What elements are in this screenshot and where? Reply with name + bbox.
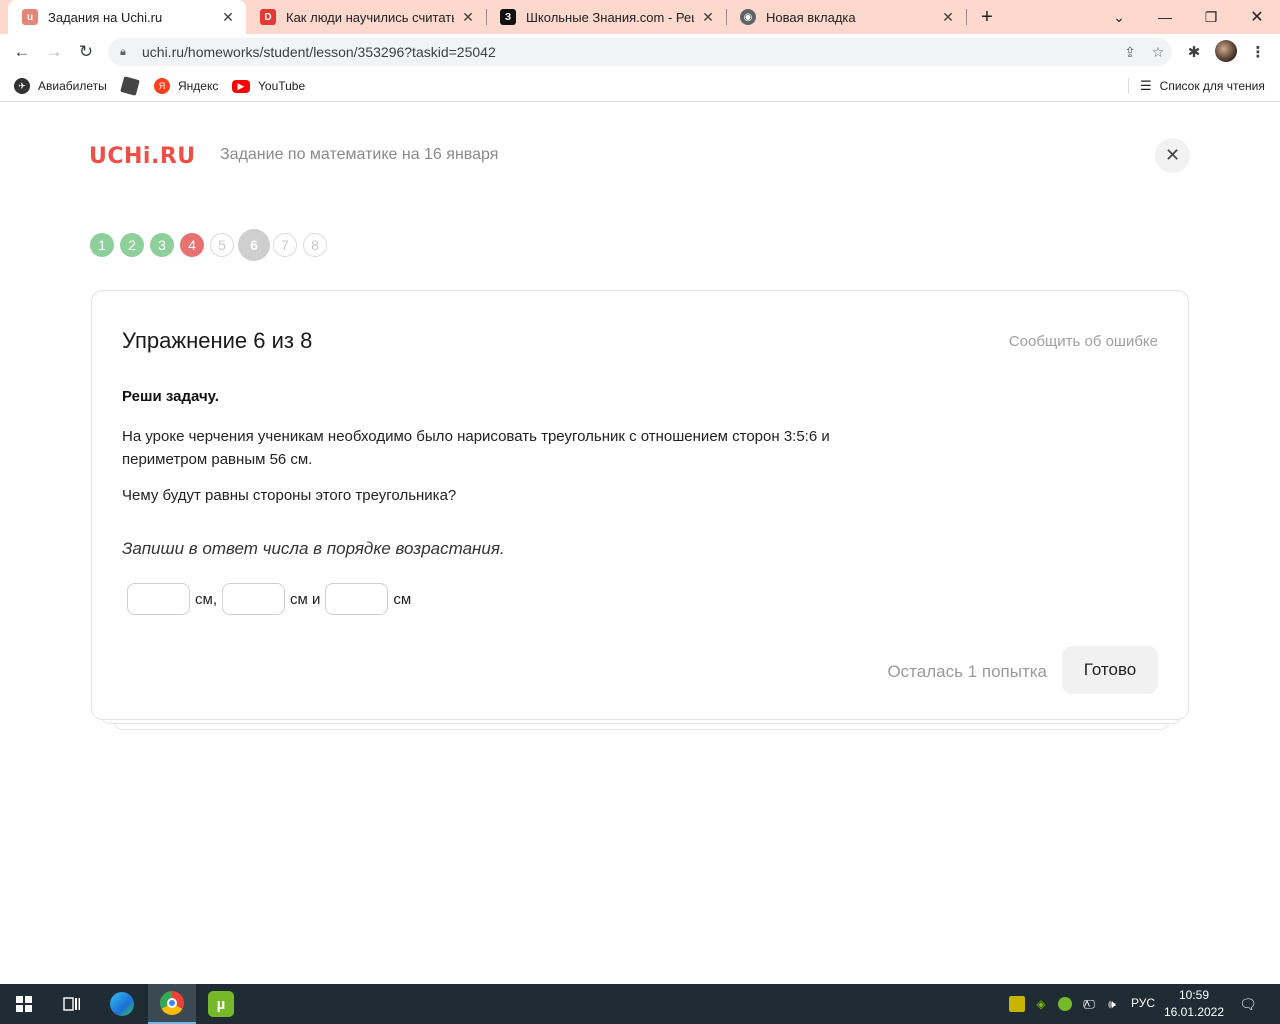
answer-instruction: Запиши в ответ числа в порядке возрастан…	[122, 539, 505, 558]
tab-znania[interactable]: З Школьные Знания.com - Решае ✕	[486, 0, 726, 34]
step-7[interactable]: 7	[273, 233, 297, 257]
tab-title: Новая вкладка	[766, 9, 856, 25]
yandex-icon: Я	[154, 78, 170, 94]
share-icon[interactable]: ⇪	[1116, 44, 1144, 61]
bookmark-label: Авиабилеты	[38, 79, 107, 93]
step-1[interactable]: 1	[90, 233, 114, 257]
page-title: Задание по математике на 16 января	[220, 146, 499, 163]
bookmark-star-icon[interactable]: ☆	[1144, 44, 1172, 61]
report-error-link[interactable]: Сообщить об ошибке	[1009, 333, 1158, 350]
clock-date: 16.01.2022	[1163, 1005, 1225, 1019]
submit-button[interactable]: Готово	[1062, 646, 1158, 694]
bookmark-aviabilety[interactable]: ✈ Авиабилеты	[14, 76, 107, 96]
nvidia-icon[interactable]: ◈	[1033, 996, 1049, 1012]
exercise-card: Упражнение 6 из 8 Сообщить об ошибке Реш…	[91, 290, 1189, 720]
answer-input-1[interactable]	[127, 583, 190, 615]
new-tab-icon[interactable]: +	[976, 6, 998, 28]
tab-title: Школьные Знания.com - Решае	[526, 9, 694, 25]
profile-avatar[interactable]	[1215, 40, 1237, 62]
bookmark-roblox[interactable]	[120, 76, 146, 96]
roblox-icon	[120, 76, 140, 96]
extensions-icon[interactable]: ✱	[1184, 42, 1204, 62]
tab-close-icon[interactable]: ✕	[700, 9, 716, 25]
step-2[interactable]: 2	[120, 233, 144, 257]
bookmark-youtube[interactable]: ▶ YouTube	[232, 76, 305, 96]
tray-app-icon[interactable]	[1009, 996, 1025, 1012]
attempts-left: Осталась 1 попытка	[887, 662, 1047, 681]
step-8[interactable]: 8	[303, 233, 327, 257]
network-icon[interactable]: 🖵︎	[1081, 996, 1097, 1012]
edge-icon[interactable]	[98, 984, 146, 1024]
notifications-icon[interactable]: 🗨︎	[1239, 996, 1257, 1012]
znania-favicon-icon: З	[500, 9, 516, 25]
clock[interactable]: 10:59 16.01.2022	[1162, 987, 1226, 1021]
task-view-icon[interactable]	[48, 984, 96, 1024]
url-text[interactable]: uchi.ru/homeworks/student/lesson/353296?…	[142, 44, 1116, 60]
forward-icon[interactable]: →	[40, 38, 68, 66]
close-icon[interactable]: ✕	[1155, 138, 1190, 173]
utorrent-tray-icon[interactable]	[1057, 996, 1073, 1012]
answer-unit: см и	[289, 590, 321, 608]
step-6[interactable]: 6	[238, 229, 270, 261]
answer-unit: см,	[195, 590, 217, 608]
window-close-icon[interactable]: ✕	[1234, 0, 1280, 34]
tab-uchi[interactable]: u Задания на Uchi.ru ✕	[8, 0, 246, 34]
bookmarks-separator	[1128, 78, 1129, 94]
clock-time: 10:59	[1178, 988, 1210, 1002]
bookmark-label: Яндекс	[178, 79, 219, 93]
back-icon[interactable]: ←	[8, 38, 36, 66]
chrome-taskbar-icon[interactable]	[148, 984, 196, 1024]
input-language[interactable]: РУС	[1131, 996, 1155, 1010]
step-5[interactable]: 5	[210, 233, 234, 257]
tab-close-icon[interactable]: ✕	[460, 9, 476, 25]
tab-new[interactable]: ◉ Новая вкладка ✕	[726, 0, 966, 34]
tab-video[interactable]: D Как люди научились считать? Д ✕	[246, 0, 486, 34]
lock-icon: 🔒︎	[120, 45, 126, 58]
answer-row: см, см и см	[127, 583, 416, 615]
answer-input-2[interactable]	[221, 583, 285, 615]
tab-title: Задания на Uchi.ru	[48, 9, 163, 25]
answer-unit: см	[393, 590, 412, 608]
tab-strip: u Задания на Uchi.ru ✕ D Как люди научил…	[0, 0, 1280, 34]
task-heading: Реши задачу.	[122, 388, 219, 405]
reading-list[interactable]: ☰ Список для чтения	[1140, 76, 1265, 96]
task-question: Чему будут равны стороны этого треугольн…	[122, 487, 457, 504]
tab-close-icon[interactable]: ✕	[940, 9, 956, 25]
tab-separator	[966, 9, 967, 25]
bookmark-label: YouTube	[258, 79, 306, 93]
reload-icon[interactable]: ↻	[72, 38, 100, 66]
reading-list-icon: ☰	[1140, 78, 1152, 93]
volume-icon[interactable]: 🕪︎	[1104, 996, 1120, 1012]
step-3[interactable]: 3	[150, 233, 174, 257]
bookmarks-bar: ✈ Авиабилеты Я Яндекс ▶ YouTube ☰ Список…	[0, 70, 1280, 102]
tab-search-icon[interactable]: ⌄	[1096, 0, 1142, 34]
tab-close-icon[interactable]: ✕	[220, 9, 236, 25]
chrome-favicon-icon: ◉	[740, 9, 756, 25]
exercise-title: Упражнение 6 из 8	[122, 328, 313, 353]
tab-title: Как люди научились считать? Д	[286, 9, 454, 25]
plane-icon: ✈	[14, 78, 30, 94]
reading-list-label: Список для чтения	[1159, 79, 1265, 93]
step-4[interactable]: 4	[180, 233, 204, 257]
bookmark-yandex[interactable]: Я Яндекс	[154, 76, 218, 96]
utorrent-icon[interactable]: µ	[197, 984, 245, 1024]
exercise-steps: 1 2 3 4 5 6 7 8	[90, 229, 333, 261]
uchi-favicon-icon: u	[22, 9, 38, 25]
youtube-icon: ▶	[232, 79, 250, 93]
task-text: На уроке черчения ученикам необходимо бы…	[122, 428, 830, 468]
uchi-logo[interactable]: UCHi.RU	[89, 144, 196, 169]
menu-icon[interactable]: ⋮	[1248, 42, 1268, 62]
windows-taskbar: µ ◈ ˄ 🖵︎ 🕪︎ РУС 10:59 16.01.2022 🗨︎	[0, 984, 1280, 1024]
restore-icon[interactable]: ❐	[1188, 0, 1234, 34]
browser-toolbar: ← → ↻ 🔒︎ uchi.ru/homeworks/student/lesso…	[0, 34, 1280, 70]
video-favicon-icon: D	[260, 9, 276, 25]
windows-start-icon[interactable]	[0, 984, 48, 1024]
address-bar[interactable]: 🔒︎ uchi.ru/homeworks/student/lesson/3532…	[108, 38, 1172, 66]
answer-input-3[interactable]	[325, 583, 389, 615]
minimize-icon[interactable]: —	[1142, 0, 1188, 34]
